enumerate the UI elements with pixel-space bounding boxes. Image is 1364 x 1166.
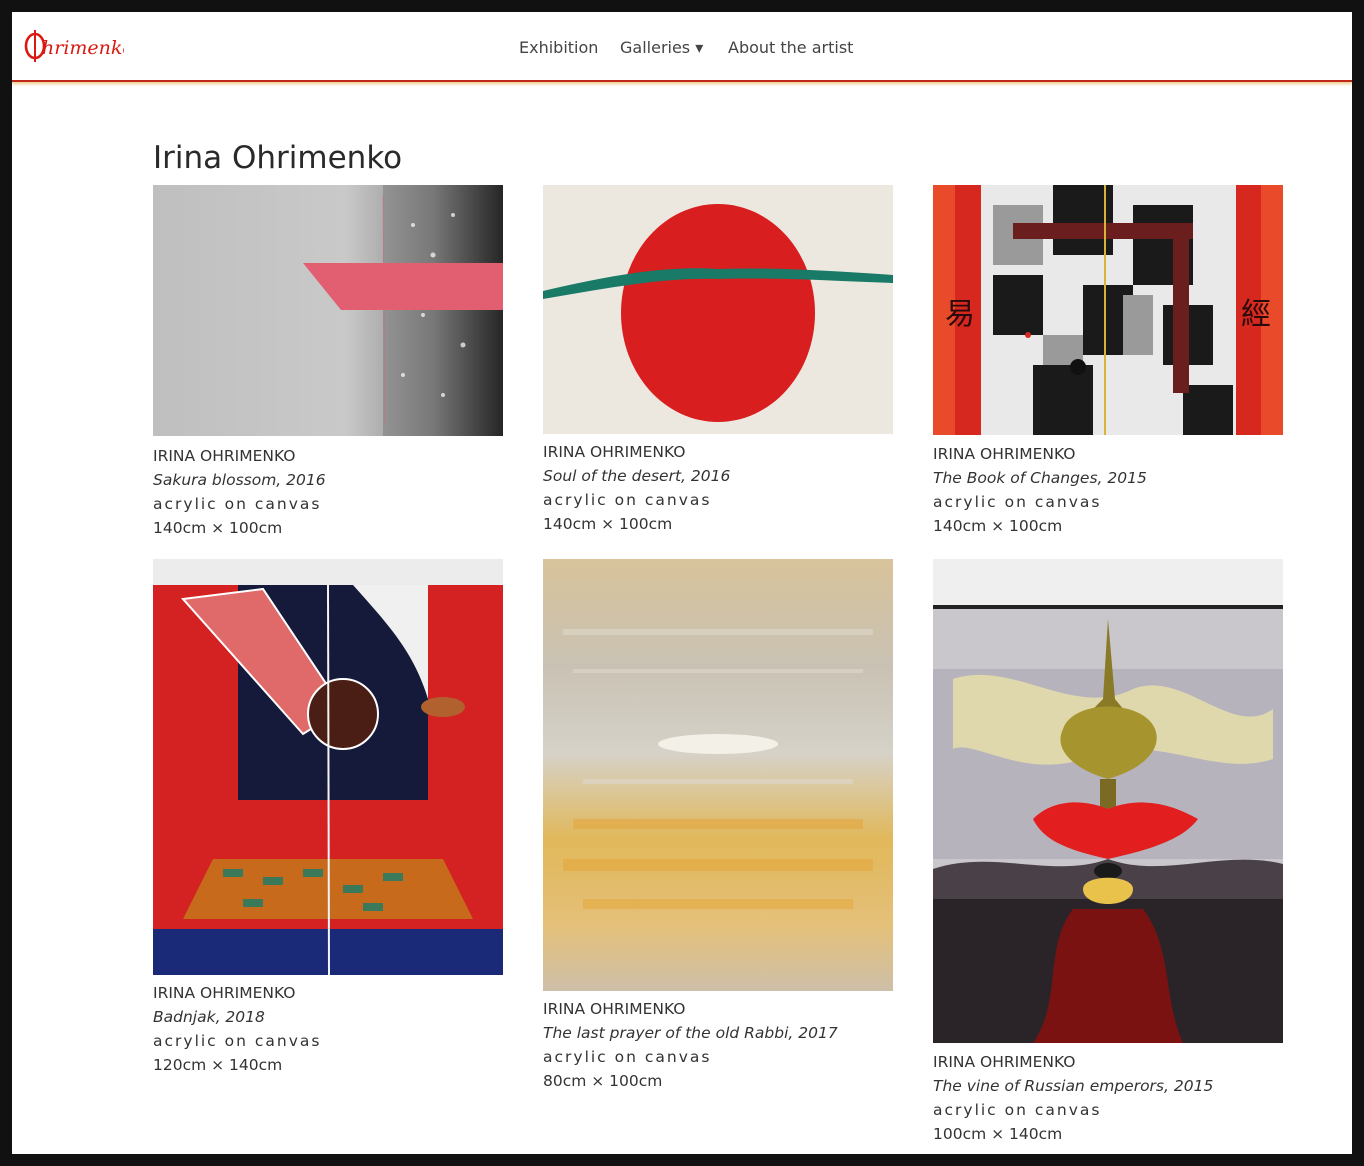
- artwork-card[interactable]: IRINA OHRIMENKO Badnjak, 2018 acrylic on…: [153, 559, 503, 1077]
- artwork-card[interactable]: 易 經 IRINA OHRIMENKO The Book of Changes,…: [933, 185, 1283, 538]
- artwork-image[interactable]: 易 經: [933, 185, 1283, 435]
- artwork-size: 100cm × 140cm: [933, 1125, 1063, 1143]
- artwork-title[interactable]: The Book of Changes, 2015: [933, 466, 1283, 490]
- site-logo[interactable]: hrimenko: [24, 22, 124, 66]
- artwork-title[interactable]: Badnjak, 2018: [153, 1005, 503, 1029]
- artwork-medium: acrylic on canvas: [153, 1032, 322, 1050]
- artwork-card[interactable]: IRINA OHRIMENKO The last prayer of the o…: [543, 559, 893, 1093]
- artwork-caption: IRINA OHRIMENKO Badnjak, 2018 acrylic on…: [153, 981, 503, 1077]
- artwork-card[interactable]: IRINA OHRIMENKO The vine of Russian empe…: [933, 559, 1283, 1146]
- artwork-image[interactable]: [933, 559, 1283, 1043]
- nav-exhibition[interactable]: Exhibition: [519, 38, 598, 57]
- artwork-size: 80cm × 100cm: [543, 1072, 663, 1090]
- svg-text:hrimenko: hrimenko: [42, 37, 124, 59]
- artwork-medium: acrylic on canvas: [153, 495, 322, 513]
- artwork-medium: acrylic on canvas: [543, 491, 712, 509]
- artwork-size: 140cm × 100cm: [543, 515, 673, 533]
- artwork-caption: IRINA OHRIMENKO The Book of Changes, 201…: [933, 442, 1283, 538]
- artwork-medium: acrylic on canvas: [933, 1101, 1102, 1119]
- artwork-image[interactable]: [153, 185, 503, 436]
- artwork-artist: IRINA OHRIMENKO: [153, 984, 296, 1002]
- artwork-artist: IRINA OHRIMENKO: [543, 1000, 686, 1018]
- artwork-image[interactable]: [153, 559, 503, 975]
- nav-about-the-artist[interactable]: About the artist: [728, 38, 853, 57]
- artwork-caption: IRINA OHRIMENKO Soul of the desert, 2016…: [543, 440, 893, 536]
- artwork-title[interactable]: The last prayer of the old Rabbi, 2017: [543, 1021, 893, 1045]
- artwork-medium: acrylic on canvas: [933, 493, 1102, 511]
- artwork-title[interactable]: Sakura blossom, 2016: [153, 468, 503, 492]
- nav-galleries[interactable]: Galleries ▾: [620, 38, 703, 57]
- artwork-card[interactable]: IRINA OHRIMENKO Soul of the desert, 2016…: [543, 185, 893, 536]
- artwork-artist: IRINA OHRIMENKO: [933, 445, 1076, 463]
- artwork-artist: IRINA OHRIMENKO: [933, 1053, 1076, 1071]
- site-header: hrimenko Exhibition Galleries ▾ About th…: [12, 12, 1352, 82]
- artwork-size: 120cm × 140cm: [153, 1056, 283, 1074]
- artwork-card[interactable]: IRINA OHRIMENKO Sakura blossom, 2016 acr…: [153, 185, 503, 540]
- artwork-title[interactable]: Soul of the desert, 2016: [543, 464, 893, 488]
- artwork-image[interactable]: [543, 185, 893, 434]
- chinese-glyph-right: 經: [1241, 297, 1271, 332]
- artwork-caption: IRINA OHRIMENKO The vine of Russian empe…: [933, 1050, 1283, 1146]
- browser-page: hrimenko Exhibition Galleries ▾ About th…: [12, 12, 1352, 1154]
- artwork-size: 140cm × 100cm: [933, 517, 1063, 535]
- artwork-caption: IRINA OHRIMENKO Sakura blossom, 2016 acr…: [153, 444, 503, 540]
- page-title: Irina Ohrimenko: [153, 140, 403, 176]
- artwork-title[interactable]: The vine of Russian emperors, 2015: [933, 1074, 1283, 1098]
- artwork-artist: IRINA OHRIMENKO: [543, 443, 686, 461]
- artwork-medium: acrylic on canvas: [543, 1048, 712, 1066]
- chinese-glyph-left: 易: [945, 297, 975, 332]
- artwork-image[interactable]: [543, 559, 893, 991]
- artwork-size: 140cm × 100cm: [153, 519, 283, 537]
- artwork-caption: IRINA OHRIMENKO The last prayer of the o…: [543, 997, 893, 1093]
- artwork-artist: IRINA OHRIMENKO: [153, 447, 296, 465]
